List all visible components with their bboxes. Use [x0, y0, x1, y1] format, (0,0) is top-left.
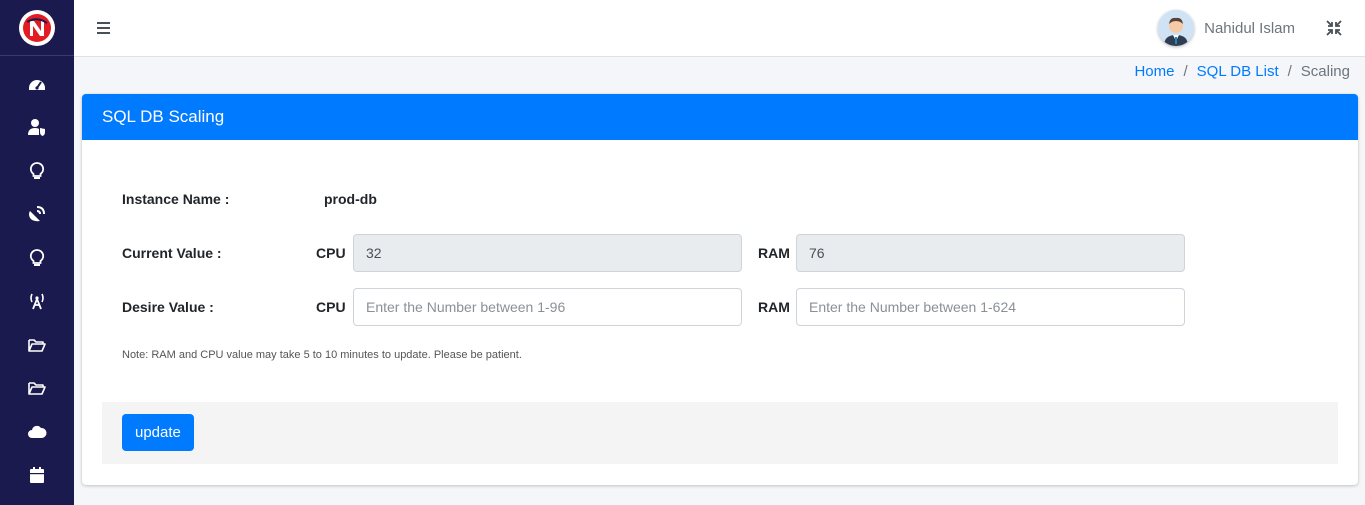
- user-shield-icon: [28, 119, 45, 137]
- desire-ram-label: RAM: [758, 299, 790, 315]
- card-title: SQL DB Scaling: [82, 94, 1358, 140]
- brand[interactable]: [0, 0, 74, 56]
- breadcrumb-sql-db-list[interactable]: SQL DB List: [1197, 63, 1279, 80]
- card-footer: update: [102, 402, 1338, 464]
- sidebar-item-folder-1[interactable]: [0, 323, 74, 367]
- avatar: [1158, 10, 1195, 46]
- current-ram-field: 76: [796, 234, 1185, 272]
- folder-open-icon: [28, 338, 46, 352]
- sidebar-item-satellite[interactable]: [0, 193, 74, 237]
- update-note: Note: RAM and CPU value may take 5 to 10…: [122, 349, 522, 361]
- n-logo-icon[interactable]: [19, 9, 55, 46]
- sidebar-item-folder-2[interactable]: [0, 367, 74, 411]
- user-menu[interactable]: Nahidul Islam: [1158, 10, 1295, 46]
- user-name: Nahidul Islam: [1204, 19, 1295, 37]
- broadcast-tower-icon: [30, 293, 44, 310]
- current-ram-label: RAM: [758, 245, 790, 261]
- satellite-dish-icon: [29, 206, 45, 222]
- current-value-row: Current Value :: [122, 245, 316, 261]
- cloud-icon: [28, 425, 47, 438]
- breadcrumb-separator: /: [1183, 63, 1188, 80]
- instance-name-value: prod-db: [324, 191, 377, 207]
- desire-cpu-label: CPU: [316, 299, 346, 315]
- breadcrumb: Home / SQL DB List / Scaling: [1134, 63, 1350, 80]
- current-cpu-value: 32: [366, 245, 382, 261]
- desire-cpu-field[interactable]: [353, 288, 742, 326]
- current-value-label: Current Value :: [122, 245, 222, 261]
- desire-ram-field[interactable]: [796, 288, 1185, 326]
- breadcrumb-home[interactable]: Home: [1134, 63, 1174, 80]
- hamburger-menu-icon[interactable]: [96, 20, 112, 36]
- sidebar-item-ideas[interactable]: [0, 149, 74, 193]
- topbar: Nahidul Islam: [74, 0, 1365, 57]
- instance-row: Instance Name : prod-db: [122, 191, 377, 207]
- update-button[interactable]: update: [122, 414, 194, 451]
- sidebar-item-calendar[interactable]: [0, 454, 74, 498]
- instance-name-label: Instance Name :: [122, 191, 230, 207]
- desire-ram-input[interactable]: [809, 299, 1172, 315]
- calendar-icon: [30, 467, 44, 484]
- current-ram-value: 76: [809, 245, 825, 261]
- desire-value-label: Desire Value :: [122, 299, 214, 315]
- lightbulb-icon: [29, 161, 45, 179]
- sidebar-item-users[interactable]: [0, 106, 74, 150]
- sidebar: [0, 0, 74, 505]
- breadcrumb-current: Scaling: [1300, 63, 1350, 80]
- breadcrumb-separator: /: [1287, 63, 1292, 80]
- current-cpu-label: CPU: [316, 245, 346, 261]
- sidebar-item-broadcast[interactable]: [0, 280, 74, 324]
- desire-cpu-input[interactable]: [366, 299, 729, 315]
- sidebar-item-dashboard[interactable]: [0, 62, 74, 106]
- lightbulb-icon: [29, 248, 45, 266]
- desire-value-row: Desire Value :: [122, 299, 316, 315]
- folder-open-icon: [28, 382, 46, 396]
- current-cpu-field: 32: [353, 234, 742, 272]
- dashboard-gauge-icon: [29, 79, 45, 90]
- sidebar-item-cloud[interactable]: [0, 410, 74, 454]
- compress-icon[interactable]: [1325, 19, 1343, 37]
- scaling-card: SQL DB Scaling Instance Name : prod-db C…: [82, 94, 1358, 485]
- sidebar-item-ideas-2[interactable]: [0, 236, 74, 280]
